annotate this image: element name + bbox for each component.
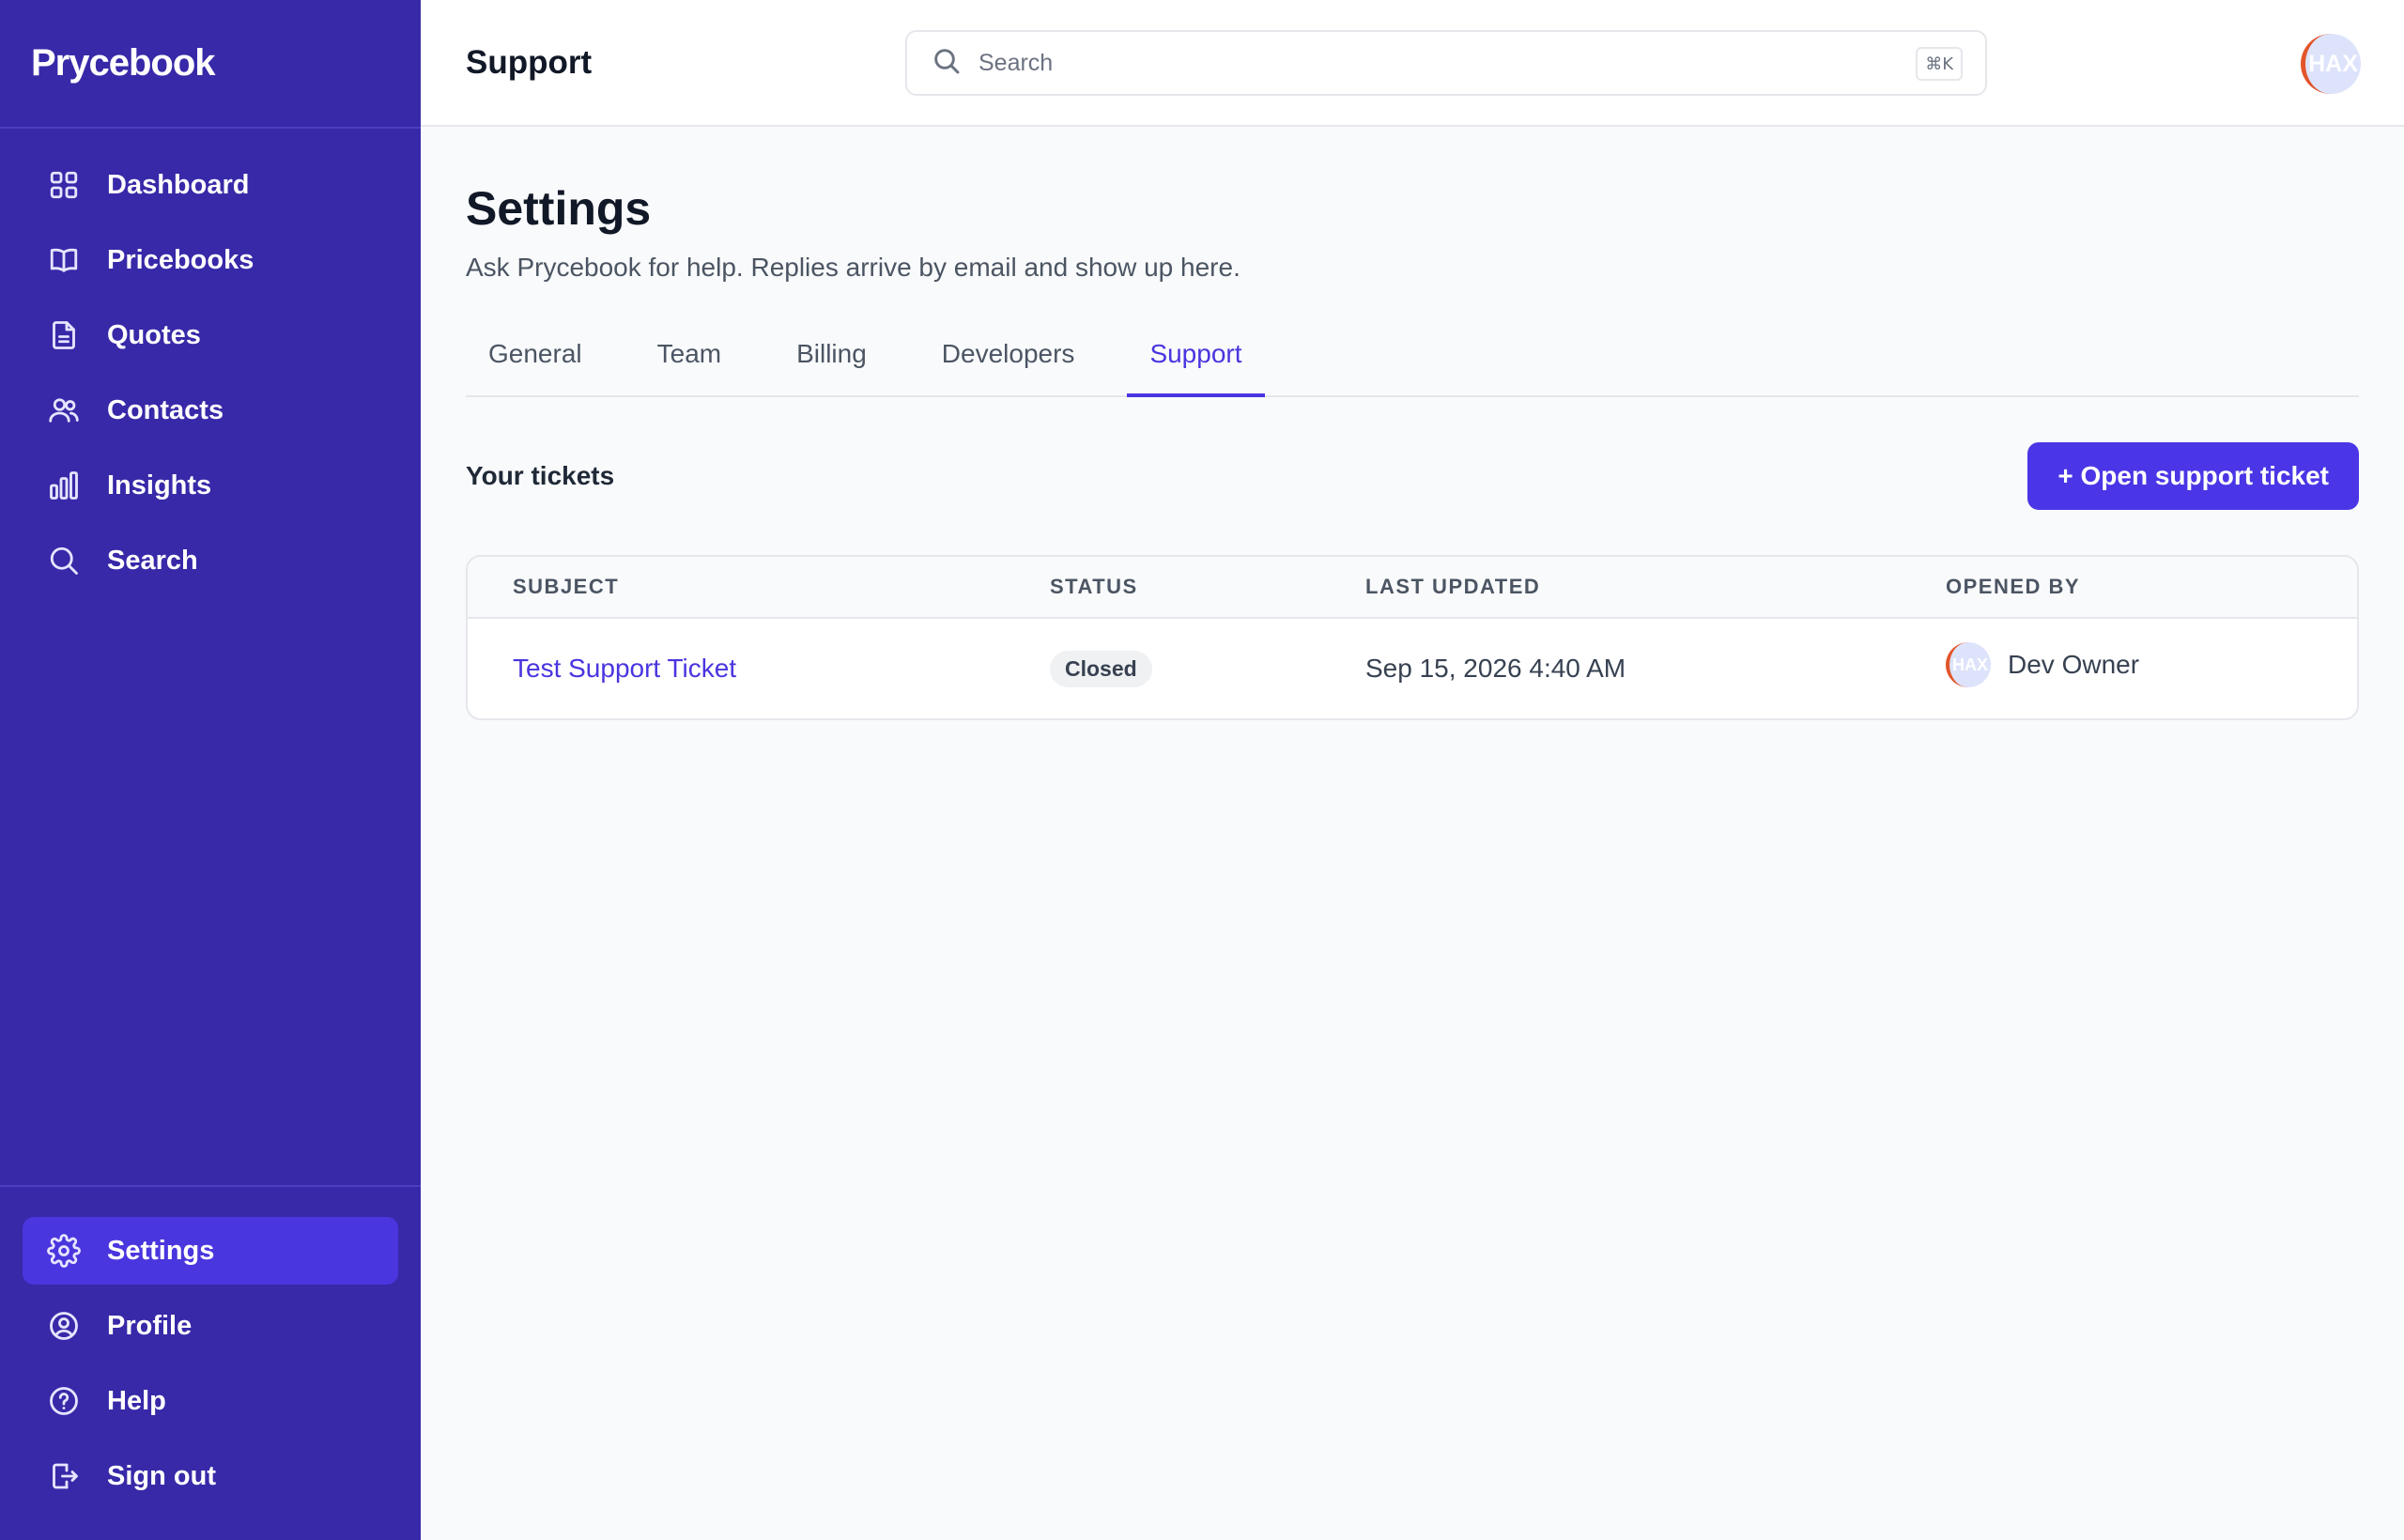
sidebar-item-help[interactable]: Help — [23, 1367, 398, 1435]
last-updated-value: Sep 15, 2026 4:40 AM — [1365, 654, 1626, 683]
cell-subject: Test Support Ticket — [468, 654, 1050, 684]
tab-developers[interactable]: Developers — [919, 331, 1098, 395]
search-icon — [47, 544, 81, 578]
settings-tabs: General Team Billing Developers Support — [466, 331, 2359, 397]
sidebar-item-search[interactable]: Search — [23, 527, 398, 594]
cell-last-updated: Sep 15, 2026 4:40 AM — [1365, 654, 1946, 684]
tab-general[interactable]: General — [466, 331, 605, 395]
column-header-last-updated: LAST UPDATED — [1365, 575, 1541, 598]
sidebar-item-pricebooks[interactable]: Pricebooks — [23, 226, 398, 294]
topbar: Support Search ⌘K HAX — [421, 0, 2404, 127]
sidebar-item-label: Quotes — [107, 319, 201, 350]
avatar[interactable]: HAX — [2301, 34, 2361, 94]
dashboard-grid-icon — [47, 168, 81, 202]
sidebar-item-label: Contacts — [107, 394, 224, 425]
user-circle-icon — [47, 1309, 81, 1343]
users-icon — [47, 393, 81, 427]
page-title: Settings — [466, 182, 652, 235]
column-header-subject: SUBJECT — [513, 575, 620, 598]
sidebar-item-contacts[interactable]: Contacts — [23, 377, 398, 444]
page-subtitle: Ask Prycebook for help. Replies arrive b… — [466, 253, 1241, 282]
sidebar-nav: Dashboard Pricebooks Quotes Contacts Ins… — [0, 129, 421, 1185]
tickets-table: SUBJECT STATUS LAST UPDATED OPENED BY Te… — [466, 555, 2359, 720]
sidebar-item-label: Sign out — [107, 1460, 216, 1491]
ticket-subject-link[interactable]: Test Support Ticket — [513, 654, 736, 683]
gear-icon — [47, 1234, 81, 1268]
status-badge: Closed — [1050, 650, 1152, 687]
sidebar-item-label: Help — [107, 1385, 166, 1416]
opened-by-name: Dev Owner — [2008, 650, 2140, 679]
main-area: Support Search ⌘K HAX Settings Ask Pryce… — [421, 0, 2404, 1540]
sidebar-item-profile[interactable]: Profile — [23, 1292, 398, 1360]
tickets-header: Your tickets + Open support ticket — [466, 442, 2359, 510]
bar-chart-icon — [47, 469, 81, 502]
sidebar-item-label: Profile — [107, 1310, 193, 1341]
keyboard-shortcut-badge: ⌘K — [1916, 47, 1963, 81]
sidebar-item-label: Pricebooks — [107, 244, 254, 275]
help-circle-icon — [47, 1384, 81, 1418]
sidebar-item-label: Settings — [107, 1235, 215, 1266]
tickets-heading: Your tickets — [466, 461, 615, 490]
brand-logo[interactable]: Prycebook — [0, 0, 421, 129]
search-placeholder: Search — [979, 49, 1054, 76]
sidebar-item-settings[interactable]: Settings — [23, 1217, 398, 1285]
sidebar-item-sign-out[interactable]: Sign out — [23, 1442, 398, 1510]
cell-opened-by: HAX Dev Owner — [1946, 642, 2357, 687]
topbar-title: Support — [466, 43, 593, 81]
avatar: HAX — [1946, 642, 1991, 687]
sidebar-item-dashboard[interactable]: Dashboard — [23, 151, 398, 219]
sign-out-icon — [47, 1459, 81, 1493]
opened-by: HAX Dev Owner — [1946, 642, 2357, 687]
sidebar-item-label: Insights — [107, 470, 212, 500]
column-header-opened-by: OPENED BY — [1946, 575, 2081, 598]
sidebar-bottom-nav: Settings Profile Help Sign out — [0, 1185, 421, 1540]
search-input[interactable]: Search ⌘K — [905, 30, 1987, 96]
table-row: Test Support Ticket Closed Sep 15, 2026 … — [468, 619, 2357, 718]
tab-team[interactable]: Team — [635, 331, 744, 395]
column-header-status: STATUS — [1050, 575, 1138, 598]
sidebar-item-insights[interactable]: Insights — [23, 452, 398, 519]
table-header: SUBJECT STATUS LAST UPDATED OPENED BY — [468, 557, 2357, 619]
document-icon — [47, 318, 81, 352]
sidebar-item-quotes[interactable]: Quotes — [23, 301, 398, 369]
sidebar-item-label: Dashboard — [107, 169, 250, 200]
search-icon — [932, 46, 962, 81]
app-root: Prycebook Dashboard Pricebooks Quotes Co… — [0, 0, 2404, 1540]
sidebar-item-label: Search — [107, 545, 198, 576]
cell-status: Closed — [1050, 650, 1365, 687]
book-open-icon — [47, 243, 81, 277]
settings-content: Settings Ask Prycebook for help. Replies… — [421, 127, 2404, 720]
tab-billing[interactable]: Billing — [774, 331, 889, 395]
sidebar: Prycebook Dashboard Pricebooks Quotes Co… — [0, 0, 421, 1540]
tab-support[interactable]: Support — [1127, 331, 1265, 397]
open-support-ticket-button[interactable]: + Open support ticket — [2027, 442, 2359, 510]
